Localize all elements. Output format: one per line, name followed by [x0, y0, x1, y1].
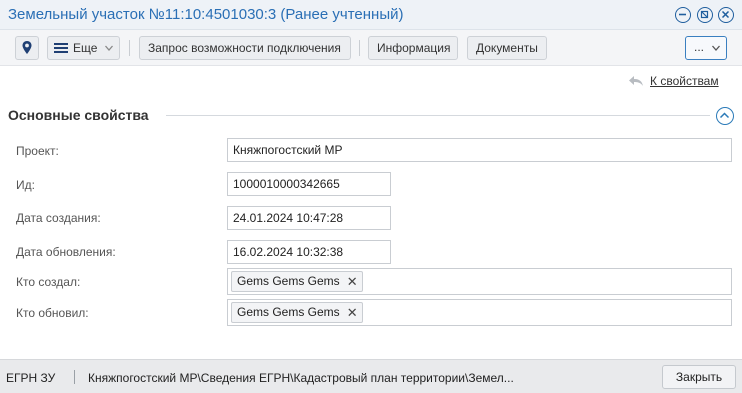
- id-field[interactable]: 1000010000342665: [227, 172, 391, 196]
- close-icon[interactable]: [718, 7, 734, 23]
- object-path: Княжпогостский МР\Сведения ЕГРН\Кадастро…: [88, 371, 514, 385]
- created-date-field[interactable]: 24.01.2024 10:47:28: [227, 206, 391, 230]
- back-arrow-icon: [629, 76, 643, 86]
- more-menu-button[interactable]: Еще: [47, 36, 120, 60]
- window-titlebar: Земельный участок №11:10:4501030:3 (Ране…: [0, 0, 742, 30]
- created-by-user-tag: Gems Gems Gems ✕: [231, 271, 363, 292]
- locate-on-map-button[interactable]: [15, 36, 39, 60]
- created-by-label: Кто создал:: [16, 275, 81, 289]
- updated-by-user-tag: Gems Gems Gems ✕: [231, 302, 363, 323]
- close-button[interactable]: Закрыть: [662, 365, 736, 389]
- toolbar-divider: [359, 40, 360, 56]
- updated-by-user-name: Gems Gems Gems: [237, 305, 340, 319]
- hamburger-icon: [54, 43, 68, 53]
- map-marker-icon: [22, 41, 32, 54]
- object-type-label: ЕГРН ЗУ: [6, 371, 56, 385]
- project-label: Проект:: [16, 144, 59, 158]
- created-by-field[interactable]: Gems Gems Gems ✕: [227, 268, 732, 295]
- status-bar: ЕГРН ЗУ Княжпогостский МР\Сведения ЕГРН\…: [0, 359, 742, 393]
- chevron-down-icon: [712, 45, 720, 51]
- updated-by-label: Кто обновил:: [16, 306, 89, 320]
- back-to-properties-label: К свойствам: [650, 74, 719, 88]
- section-divider: [166, 115, 710, 116]
- chevron-up-icon: [719, 112, 730, 119]
- overflow-menu-button[interactable]: ...: [685, 36, 727, 60]
- collapse-section-button[interactable]: [716, 107, 734, 125]
- section-title: Основные свойства: [8, 107, 149, 123]
- documents-button[interactable]: Документы: [467, 36, 547, 60]
- connection-request-button[interactable]: Запрос возможности подключения: [139, 36, 351, 60]
- updated-by-field[interactable]: Gems Gems Gems ✕: [227, 299, 732, 326]
- info-button[interactable]: Информация: [368, 36, 458, 60]
- id-label: Ид:: [16, 178, 35, 192]
- toolbar: Еще Запрос возможности подключения Инфор…: [0, 30, 742, 66]
- pin-icon[interactable]: [697, 7, 713, 23]
- window-title: Земельный участок №11:10:4501030:3 (Ране…: [8, 6, 404, 23]
- overflow-menu-label: ...: [694, 40, 705, 54]
- status-divider: [74, 370, 75, 384]
- minimize-icon[interactable]: [675, 7, 691, 23]
- project-field[interactable]: Княжпогостский МР: [227, 138, 732, 162]
- created-by-user-name: Gems Gems Gems: [237, 274, 340, 288]
- more-menu-label: Еще: [73, 41, 98, 55]
- remove-tag-icon[interactable]: ✕: [347, 272, 358, 291]
- updated-date-label: Дата обновления:: [16, 245, 116, 259]
- chevron-down-icon: [105, 45, 113, 51]
- remove-tag-icon[interactable]: ✕: [347, 303, 358, 322]
- updated-date-field[interactable]: 16.02.2024 10:32:38: [227, 240, 391, 264]
- created-date-label: Дата создания:: [16, 211, 101, 225]
- toolbar-divider: [129, 40, 130, 56]
